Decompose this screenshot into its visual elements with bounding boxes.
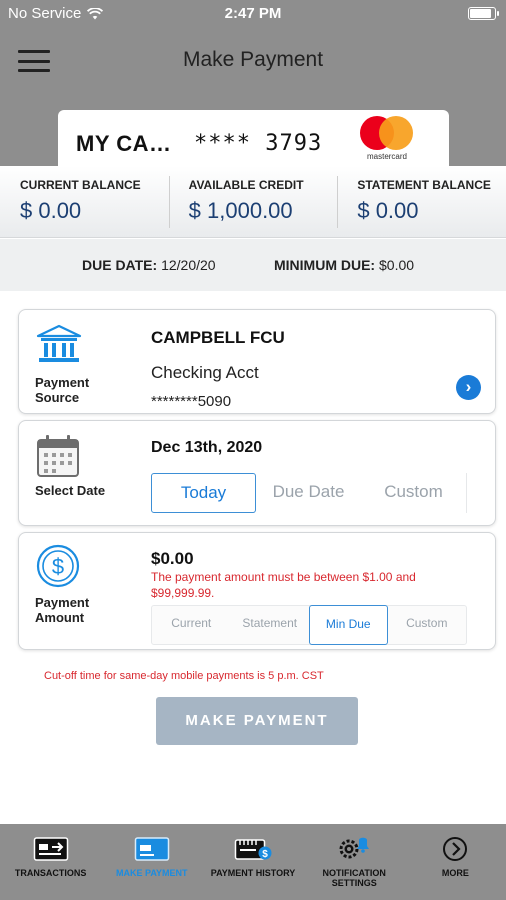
- available-credit: AVAILABLE CREDIT $ 1,000.00: [168, 166, 338, 237]
- select-date-label: Select Date: [35, 483, 106, 498]
- credit-card[interactable]: MY CA… **** 3793 mastercard: [58, 110, 449, 172]
- tab-label: NOTIFICATION SETTINGS: [322, 868, 386, 888]
- more-chevron-icon: [443, 837, 468, 861]
- amount-option-min-due[interactable]: Min Due: [309, 605, 388, 645]
- card-payment-icon: [134, 837, 170, 861]
- payment-amount-value[interactable]: $0.00: [151, 549, 194, 569]
- balance-value: $ 0.00: [20, 198, 82, 223]
- amount-option-current[interactable]: Current: [152, 605, 231, 645]
- amount-option-custom[interactable]: Custom: [388, 605, 467, 645]
- tab-label: TRANSACTIONS: [14, 868, 87, 878]
- page-title: Make Payment: [182, 48, 324, 71]
- payment-amount-panel: $ Payment Amount $0.00 The payment amoun…: [18, 532, 496, 650]
- payment-source-label: Payment Source: [35, 375, 90, 405]
- notification-settings-icon: [339, 837, 370, 859]
- payment-amount-label: Payment Amount: [35, 595, 90, 625]
- date-option-custom[interactable]: Custom: [361, 473, 466, 513]
- statement-balance: STATEMENT BALANCE $ 0.00: [337, 166, 506, 237]
- account-type: Checking Acct: [151, 363, 259, 382]
- cutoff-notice: Cut-off time for same-day mobile payment…: [44, 670, 324, 682]
- amount-option-statement[interactable]: Statement: [231, 605, 310, 645]
- calendar-icon: [37, 435, 79, 477]
- battery-fill: [470, 9, 491, 18]
- svg-text:$: $: [262, 849, 268, 860]
- card-name: MY CA…: [76, 131, 172, 156]
- card-area: MY CA… **** 3793 mastercard: [0, 92, 506, 172]
- balance-value: $ 1,000.00: [188, 198, 293, 223]
- account-number: ********5090: [151, 393, 232, 410]
- due-date: DUE DATE: 12/20/20: [82, 257, 216, 273]
- balance-label: STATEMENT BALANCE: [357, 178, 491, 192]
- payment-source-panel[interactable]: Payment Source CAMPBELL FCU Checking Acc…: [18, 309, 496, 414]
- bottom-tab-bar: TRANSACTIONS MAKE PAYMENT $ PAYMENT HIST…: [0, 824, 506, 900]
- balance-label: AVAILABLE CREDIT: [188, 178, 304, 192]
- battery-icon: [468, 7, 499, 20]
- tab-transactions[interactable]: TRANSACTIONS: [0, 824, 101, 900]
- svg-text:$: $: [52, 554, 64, 579]
- tab-label: MAKE PAYMENT: [116, 868, 188, 878]
- status-time: 2:47 PM: [224, 5, 282, 22]
- minimum-due-label: MINIMUM DUE:: [274, 257, 376, 273]
- date-option-today[interactable]: Today: [151, 473, 256, 513]
- bank-name: CAMPBELL FCU: [151, 328, 285, 347]
- minimum-due: MINIMUM DUE: $0.00: [274, 257, 414, 273]
- due-info-bar: DUE DATE: 12/20/20 MINIMUM DUE: $0.00: [0, 239, 506, 291]
- select-date-panel: Select Date Dec 13th, 2020 Today Due Dat…: [18, 420, 496, 526]
- current-balance: CURRENT BALANCE $ 0.00: [0, 166, 169, 237]
- dollar-circle-icon: $: [36, 544, 80, 588]
- amount-error-message: The payment amount must be between $1.00…: [151, 570, 416, 600]
- tab-payment-history[interactable]: $ PAYMENT HISTORY: [202, 824, 303, 900]
- date-option-due-date[interactable]: Due Date: [256, 473, 361, 513]
- payment-history-icon: $: [234, 839, 272, 860]
- balance-summary: CURRENT BALANCE $ 0.00 AVAILABLE CREDIT …: [0, 166, 506, 238]
- card-number: **** 3793: [194, 131, 323, 156]
- make-payment-button[interactable]: MAKE PAYMENT: [156, 697, 358, 745]
- due-date-label: DUE DATE:: [82, 257, 158, 273]
- balance-value: $ 0.00: [357, 198, 419, 223]
- tab-notification-settings[interactable]: NOTIFICATION SETTINGS: [304, 824, 405, 900]
- nav-bar: Make Payment: [0, 28, 506, 92]
- tab-make-payment[interactable]: MAKE PAYMENT: [101, 824, 202, 900]
- date-option-selector: Today Due Date Custom: [151, 473, 467, 513]
- balance-label: CURRENT BALANCE: [20, 178, 141, 192]
- minimum-due-value: $0.00: [379, 257, 415, 273]
- chevron-right-icon[interactable]: ›: [456, 375, 481, 400]
- mastercard-text: mastercard: [366, 152, 407, 161]
- amount-option-selector: Current Statement Min Due Custom: [151, 605, 467, 645]
- due-date-value: 12/20/20: [161, 257, 216, 273]
- mastercard-orange-circle: [379, 116, 413, 150]
- tab-more[interactable]: MORE: [405, 824, 506, 900]
- bank-icon: [36, 324, 82, 362]
- tab-label: PAYMENT HISTORY: [210, 868, 296, 878]
- transactions-icon: [33, 837, 68, 861]
- mastercard-logo-icon: mastercard: [360, 116, 420, 164]
- tab-label: MORE: [441, 868, 469, 878]
- status-bar: No Service 2:47 PM: [0, 0, 506, 28]
- selected-date-value: Dec 13th, 2020: [151, 439, 263, 456]
